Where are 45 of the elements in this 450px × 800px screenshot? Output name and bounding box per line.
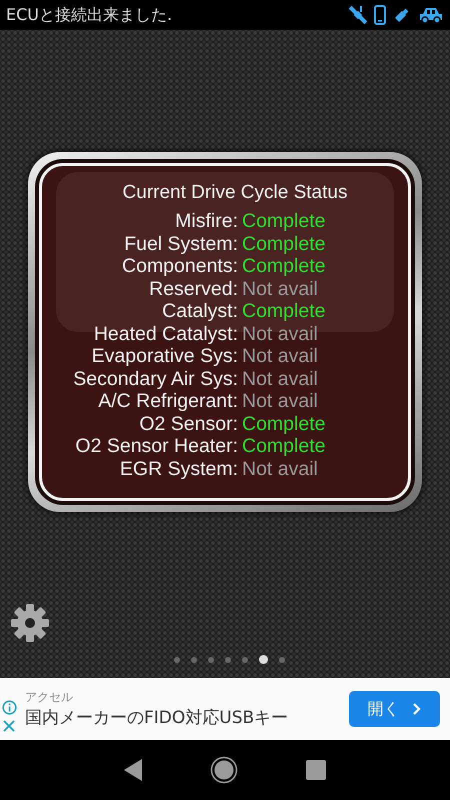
status-message: ECUと接続出来ました.: [6, 4, 172, 26]
monitor-status: Not avail: [242, 278, 319, 300]
phone-icon: [374, 5, 386, 25]
monitor-label: Reserved:: [148, 278, 239, 300]
advertiser-name: アクセル: [25, 689, 74, 706]
monitor-label: Heated Catalyst:: [92, 322, 239, 345]
chevron-right-icon: [412, 702, 422, 716]
ad-headline: 国内メーカーのFIDO対応USBキー: [25, 707, 290, 729]
page-indicator-dot[interactable]: [208, 656, 214, 662]
monitor-label: Misfire:: [174, 210, 239, 232]
settings-icon[interactable]: [10, 603, 50, 643]
satellite-icon: [348, 5, 368, 25]
page-indicator-dot[interactable]: [224, 656, 230, 662]
monitor-label: EGR System:: [118, 458, 239, 480]
page-indicator-dot[interactable]: [174, 656, 180, 662]
page-indicator-dot[interactable]: [258, 655, 268, 664]
page-indicator-dot[interactable]: [278, 656, 284, 662]
monitor-status: Not avail: [242, 390, 319, 412]
monitor-status: Complete: [242, 210, 326, 232]
monitor-status: Not avail: [242, 368, 319, 390]
monitor-status: Not avail: [242, 345, 319, 368]
monitor-label: O2 Sensor:: [138, 412, 239, 435]
monitor-status: Complete: [242, 412, 326, 435]
monitor-label: Evaporative Sys:: [90, 345, 239, 368]
monitor-label: Components:: [121, 255, 239, 278]
back-icon[interactable]: [124, 759, 142, 781]
monitor-status: Complete: [242, 300, 326, 322]
open-button[interactable]: 開く: [349, 691, 440, 727]
panel-title: Current Drive Cycle Status: [122, 182, 348, 204]
monitor-label: Catalyst:: [161, 300, 239, 322]
monitor-status: Complete: [242, 435, 326, 458]
monitor-label: Secondary Air Sys:: [72, 368, 239, 390]
page-indicator-dot[interactable]: [190, 656, 196, 662]
monitor-label: A/C Refrigerant:: [97, 390, 239, 412]
monitor-status: Not avail: [242, 322, 319, 345]
car-icon: [418, 5, 444, 25]
monitor-status: Complete: [242, 255, 326, 278]
monitor-label: O2 Sensor Heater:: [74, 435, 239, 458]
info-icon[interactable]: [2, 700, 17, 714]
home-icon[interactable]: [210, 756, 238, 784]
monitor-status: Not avail: [242, 458, 319, 480]
page-indicator-dot[interactable]: [242, 656, 248, 662]
close-icon[interactable]: [2, 718, 16, 732]
monitor-status: Complete: [242, 232, 326, 255]
monitor-label: Fuel System:: [123, 232, 239, 255]
